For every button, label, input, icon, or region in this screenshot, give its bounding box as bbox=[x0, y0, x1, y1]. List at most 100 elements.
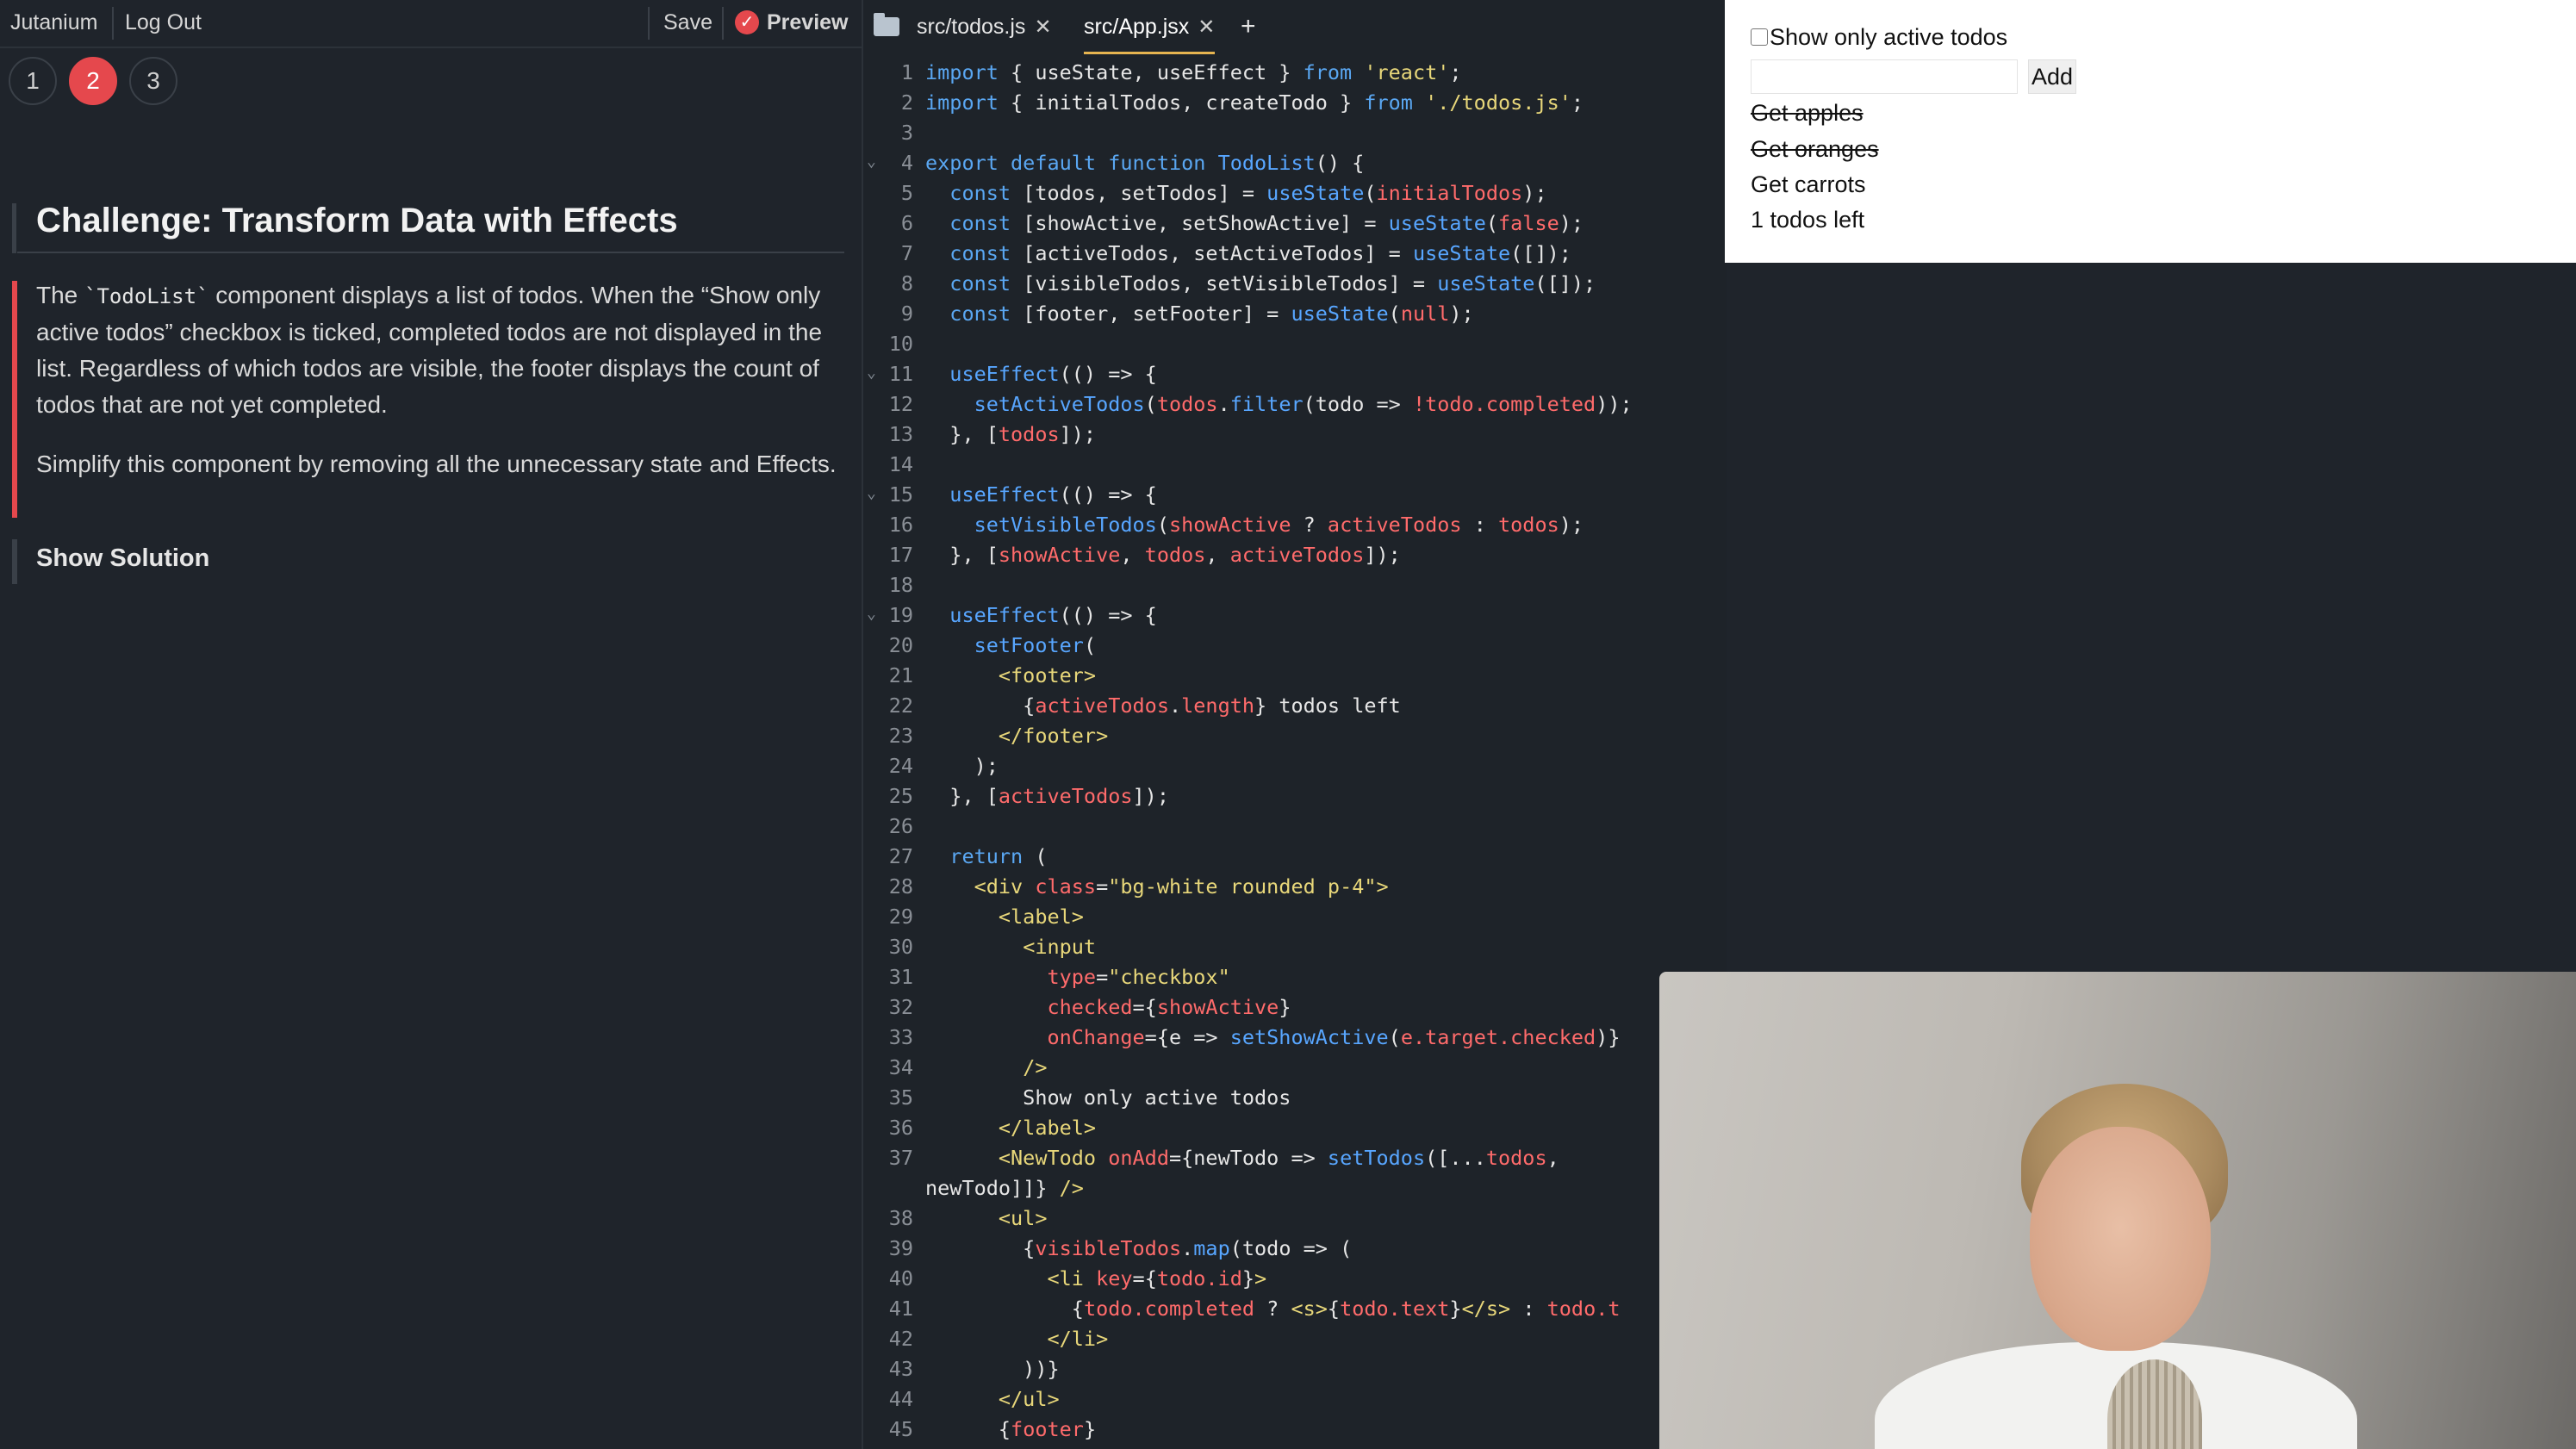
code-line: const [visibleTodos, setVisibleTodos] = … bbox=[949, 271, 1596, 295]
line-number: 13 bbox=[888, 422, 913, 446]
description-text: The bbox=[36, 282, 85, 308]
line-number: 6 bbox=[900, 211, 913, 235]
code-line: setFooter( bbox=[974, 633, 1097, 657]
presenter-face bbox=[2030, 1127, 2211, 1351]
step-1-button[interactable]: 1 bbox=[9, 57, 57, 105]
challenge-instruction: Simplify this component by removing all … bbox=[36, 451, 837, 477]
line-number: 42 bbox=[888, 1327, 913, 1351]
line-number: 43 bbox=[888, 1357, 913, 1381]
code-line: <footer> bbox=[998, 663, 1097, 687]
code-line: <ul> bbox=[998, 1206, 1048, 1230]
code-line: const [showActive, setShowActive] = useS… bbox=[949, 211, 1584, 235]
fold-chevron-icon[interactable]: ⌄ bbox=[867, 152, 876, 171]
todo-item: Get apples bbox=[1751, 100, 1864, 126]
line-number: 32 bbox=[888, 995, 913, 1019]
line-number: 21 bbox=[888, 663, 913, 687]
challenge-title: Challenge: Transform Data with Effects bbox=[36, 202, 678, 239]
line-number: 45 bbox=[888, 1417, 913, 1441]
code-line: Show only active todos bbox=[925, 1085, 1291, 1110]
code-line: import { initialTodos, createTodo } from… bbox=[925, 90, 1584, 115]
code-line: {activeTodos.length} todos left bbox=[925, 693, 1401, 718]
line-number: 37 bbox=[888, 1146, 913, 1170]
new-todo-input[interactable] bbox=[1751, 59, 2018, 94]
line-number: 27 bbox=[888, 844, 913, 868]
toolbar-divider bbox=[722, 7, 724, 40]
logout-button[interactable]: Log Out bbox=[125, 0, 202, 45]
code-line: <li key={todo.id}> bbox=[1047, 1266, 1267, 1290]
add-file-icon[interactable]: + bbox=[1241, 0, 1256, 52]
line-number: 20 bbox=[888, 633, 913, 657]
fold-chevron-icon[interactable]: ⌄ bbox=[867, 484, 876, 502]
code-line: </label> bbox=[998, 1116, 1097, 1140]
code-line: {todo.completed ? <s>{todo.text}</s> : t… bbox=[925, 1297, 1621, 1321]
editor-tabs: src/todos.js ✕ src/App.jsx ✕ + bbox=[863, 0, 1727, 54]
line-number: 17 bbox=[888, 543, 913, 567]
line-number: 24 bbox=[888, 754, 913, 778]
line-number: 10 bbox=[888, 332, 913, 356]
line-number: 7 bbox=[900, 241, 913, 265]
toolbar-divider bbox=[648, 7, 650, 40]
close-icon[interactable]: ✕ bbox=[1198, 16, 1215, 39]
code-line: ); bbox=[925, 754, 999, 778]
code-line: /> bbox=[1023, 1055, 1048, 1079]
code-line: useEffect(() => { bbox=[949, 603, 1157, 627]
tab-label: src/todos.js bbox=[917, 15, 1026, 39]
code-line: useEffect(() => { bbox=[949, 362, 1157, 386]
code-line: </footer> bbox=[998, 724, 1109, 748]
top-toolbar: Jutanium Log Out Save ✓ Preview bbox=[0, 0, 862, 48]
code-line: type="checkbox" bbox=[1047, 965, 1230, 989]
fold-chevron-icon[interactable]: ⌄ bbox=[867, 605, 876, 623]
instructions-panel: Jutanium Log Out Save ✓ Preview 1 2 3 Ch… bbox=[0, 0, 862, 1449]
line-number: 34 bbox=[888, 1055, 913, 1079]
toolbar-divider bbox=[112, 7, 114, 40]
add-button[interactable]: Add bbox=[2028, 59, 2076, 94]
code-line: checked={showActive} bbox=[1047, 995, 1291, 1019]
title-divider bbox=[17, 252, 844, 253]
code-line: const [todos, setTodos] = useState(initi… bbox=[949, 181, 1547, 205]
close-icon[interactable]: ✕ bbox=[1034, 16, 1051, 39]
code-line: }, [todos]); bbox=[925, 422, 1097, 446]
code-line: <div class="bg-white rounded p-4"> bbox=[974, 874, 1389, 899]
save-button[interactable]: Save bbox=[663, 0, 712, 45]
line-number: 35 bbox=[888, 1085, 913, 1110]
step-2-button[interactable]: 2 bbox=[69, 57, 117, 105]
code-line: {footer} bbox=[925, 1417, 1097, 1441]
tab-todos-js[interactable]: src/todos.js ✕ bbox=[917, 0, 1052, 52]
code-line: }, [showActive, todos, activeTodos]); bbox=[925, 543, 1401, 567]
line-number: 8 bbox=[900, 271, 913, 295]
line-number: 16 bbox=[888, 513, 913, 537]
line-number: 28 bbox=[888, 874, 913, 899]
brand-link[interactable]: Jutanium bbox=[10, 0, 97, 45]
code-line: return ( bbox=[949, 844, 1048, 868]
code-line: {visibleTodos.map(todo => ( bbox=[925, 1236, 1353, 1260]
show-active-checkbox[interactable] bbox=[1751, 28, 1768, 46]
tab-label: src/App.jsx bbox=[1084, 15, 1190, 39]
challenge-description: The `TodoList` component displays a list… bbox=[36, 277, 837, 423]
show-active-label[interactable]: Show only active todos bbox=[1770, 24, 2007, 51]
webcam-overlay bbox=[1659, 972, 2576, 1449]
todo-item: Get oranges bbox=[1751, 136, 1879, 162]
todos-left-footer: 1 todos left bbox=[1751, 207, 1865, 233]
code-line: <label> bbox=[998, 905, 1084, 929]
code-line: }, [activeTodos]); bbox=[925, 784, 1169, 808]
folder-icon[interactable] bbox=[874, 13, 899, 36]
show-solution-button[interactable]: Show Solution bbox=[36, 544, 209, 573]
line-number: 26 bbox=[888, 814, 913, 838]
line-number: 9 bbox=[900, 302, 913, 326]
code-line: <input bbox=[1023, 935, 1097, 959]
code-line: const [activeTodos, setActiveTodos] = us… bbox=[949, 241, 1571, 265]
component-name-code: `TodoList` bbox=[84, 284, 209, 308]
description-accent-bar bbox=[12, 281, 17, 518]
todo-item: Get carrots bbox=[1751, 171, 1866, 197]
fold-chevron-icon[interactable]: ⌄ bbox=[867, 364, 876, 382]
line-number: 2 bbox=[900, 90, 913, 115]
line-number: 18 bbox=[888, 573, 913, 597]
line-number: 30 bbox=[888, 935, 913, 959]
code-line: </li> bbox=[1047, 1327, 1109, 1351]
step-3-button[interactable]: 3 bbox=[129, 57, 177, 105]
code-editor: src/todos.js ✕ src/App.jsx ✕ + 1 import { u… bbox=[862, 0, 1727, 1449]
code-line: setActiveTodos(todos.filter(todo => !tod… bbox=[974, 392, 1633, 416]
code-line: </ul> bbox=[998, 1387, 1060, 1411]
tab-app-jsx[interactable]: src/App.jsx ✕ bbox=[1084, 0, 1216, 54]
preview-button[interactable]: Preview bbox=[767, 0, 849, 45]
